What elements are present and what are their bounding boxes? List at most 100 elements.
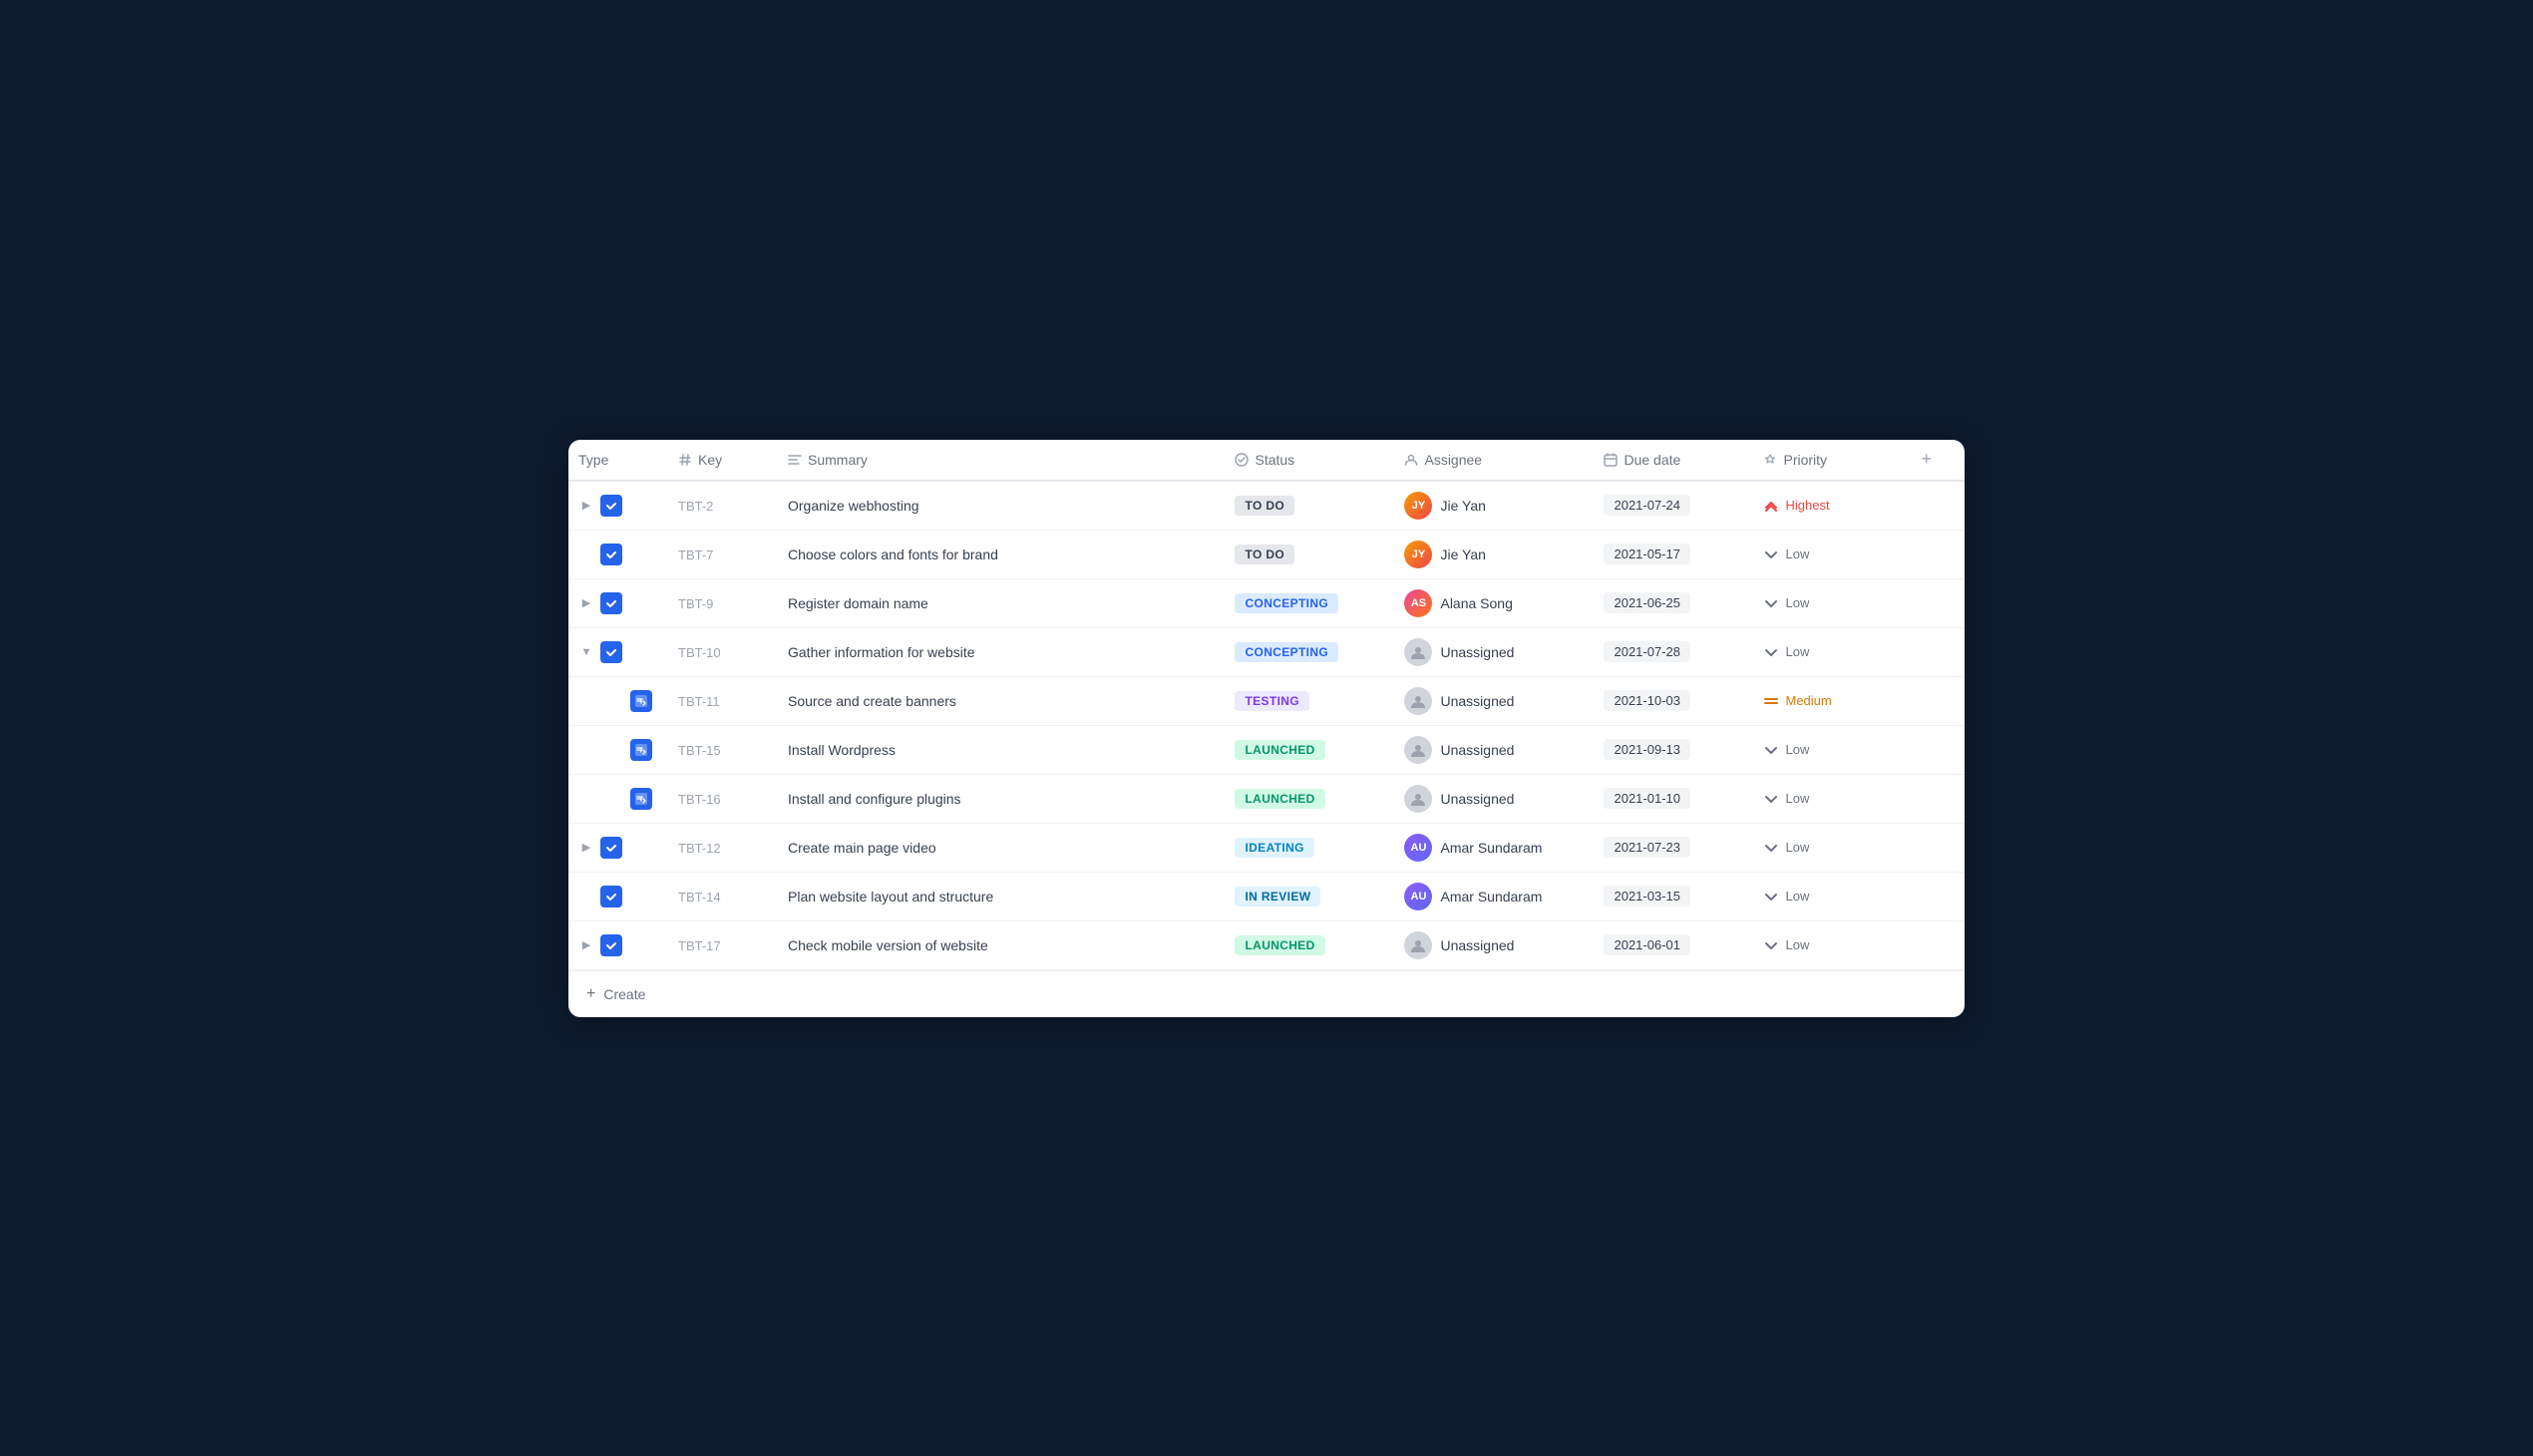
status-cell[interactable]: IN REVIEW [1225,872,1394,920]
priority-cell-td[interactable]: Low [1753,823,1913,872]
assignee-cell[interactable]: Unassigned [1394,676,1594,725]
priority-cell-td[interactable]: Low [1753,627,1913,676]
priority-cell-td[interactable]: Low [1753,530,1913,578]
status-badge: LAUNCHED [1235,740,1324,760]
key-value: TBT-17 [678,938,721,953]
status-cell[interactable]: LAUNCHED [1225,920,1394,969]
summary-cell[interactable]: Install and configure plugins [778,774,1225,823]
key-cell[interactable]: TBT-2 [668,481,778,531]
col-header-assignee[interactable]: Assignee [1394,440,1594,481]
status-cell[interactable]: TESTING [1225,676,1394,725]
col-header-priority[interactable]: Priority [1753,440,1913,481]
table-row: TBT-14 Plan website layout and structure… [568,872,1965,920]
priority-cell-td[interactable]: Low [1753,872,1913,920]
duedate-cell[interactable]: 2021-06-01 [1594,920,1753,969]
assignee-cell[interactable]: AS Alana Song [1394,578,1594,627]
summary-cell[interactable]: Create main page video [778,823,1225,872]
status-cell[interactable]: TO DO [1225,530,1394,578]
key-value: TBT-12 [678,841,721,856]
summary-cell[interactable]: Source and create banners [778,676,1225,725]
duedate-cell[interactable]: 2021-06-25 [1594,578,1753,627]
key-cell[interactable]: TBT-17 [668,920,778,969]
key-cell[interactable]: TBT-9 [668,578,778,627]
expand-arrow[interactable]: ▶ [578,498,594,514]
key-cell[interactable]: TBT-16 [668,774,778,823]
assignee-name: Unassigned [1440,644,1514,660]
assignee-cell[interactable]: Unassigned [1394,920,1594,969]
due-date-value: 2021-07-28 [1604,641,1690,662]
col-header-key[interactable]: Key [668,440,778,481]
duedate-cell[interactable]: 2021-09-13 [1594,725,1753,774]
priority-cell-td[interactable]: Low [1753,725,1913,774]
key-cell[interactable]: TBT-12 [668,823,778,872]
summary-cell[interactable]: Choose colors and fonts for brand [778,530,1225,578]
task-icon [600,641,622,663]
calendar-icon [1604,453,1618,467]
avatar: JY [1404,492,1432,520]
status-cell[interactable]: CONCEPTING [1225,578,1394,627]
task-icon [600,495,622,517]
summary-cell[interactable]: Register domain name [778,578,1225,627]
col-header-summary[interactable]: Summary [778,440,1225,481]
status-cell[interactable]: TO DO [1225,481,1394,531]
duedate-cell[interactable]: 2021-07-23 [1594,823,1753,872]
col-header-duedate[interactable]: Due date [1594,440,1753,481]
priority-label: Low [1785,840,1809,855]
create-row[interactable]: + Create [568,970,1965,1017]
status-cell[interactable]: LAUNCHED [1225,774,1394,823]
type-cell [568,530,668,578]
expand-arrow[interactable]: ▼ [578,644,594,660]
status-cell[interactable]: CONCEPTING [1225,627,1394,676]
status-cell[interactable]: LAUNCHED [1225,725,1394,774]
key-cell[interactable]: TBT-7 [668,530,778,578]
duedate-cell[interactable]: 2021-07-28 [1594,627,1753,676]
summary-cell[interactable]: Organize webhosting [778,481,1225,531]
duedate-cell[interactable]: 2021-05-17 [1594,530,1753,578]
due-date-value: 2021-07-23 [1604,837,1690,858]
priority-cell-td[interactable]: Low [1753,774,1913,823]
priority-cell-td[interactable]: Low [1753,920,1913,969]
assignee-cell[interactable]: AU Amar Sundaram [1394,872,1594,920]
assignee-name: Jie Yan [1440,546,1485,562]
priority-label: Highest [1785,498,1829,513]
duedate-cell[interactable]: 2021-10-03 [1594,676,1753,725]
assignee-cell[interactable]: AU Amar Sundaram [1394,823,1594,872]
type-cell: ▶ [568,920,668,969]
expand-arrow[interactable]: ▶ [578,840,594,856]
priority-cell: Low [1763,937,1903,953]
expand-arrow[interactable]: ▶ [578,937,594,953]
subtask-icon [630,788,652,810]
duedate-cell[interactable]: 2021-01-10 [1594,774,1753,823]
priority-cell-td[interactable]: Low [1753,578,1913,627]
assignee-name: Unassigned [1440,791,1514,807]
summary-cell[interactable]: Plan website layout and structure [778,872,1225,920]
col-header-status[interactable]: Status [1225,440,1394,481]
summary-cell[interactable]: Install Wordpress [778,725,1225,774]
key-cell[interactable]: TBT-14 [668,872,778,920]
priority-low-icon [1763,742,1779,758]
status-cell[interactable]: IDEATING [1225,823,1394,872]
assignee-cell[interactable]: JY Jie Yan [1394,481,1594,531]
priority-cell-td[interactable]: Medium [1753,676,1913,725]
expand-arrow[interactable]: ▶ [578,595,594,611]
duedate-cell[interactable]: 2021-03-15 [1594,872,1753,920]
assignee-cell[interactable]: JY Jie Yan [1394,530,1594,578]
priority-cell: Medium [1763,693,1903,709]
summary-value: Install Wordpress [788,742,896,758]
add-column-button[interactable]: + [1913,440,1965,481]
summary-cell[interactable]: Gather information for website [778,627,1225,676]
table-row: ▶ TBT-9 Register domain name CONCEPTING … [568,578,1965,627]
priority-cell: Low [1763,644,1903,660]
key-cell[interactable]: TBT-10 [668,627,778,676]
assignee-cell[interactable]: Unassigned [1394,627,1594,676]
summary-header-label: Summary [808,452,868,468]
assignee-cell[interactable]: Unassigned [1394,774,1594,823]
summary-cell[interactable]: Check mobile version of website [778,920,1225,969]
key-value: TBT-10 [678,645,721,660]
key-cell[interactable]: TBT-15 [668,725,778,774]
key-cell[interactable]: TBT-11 [668,676,778,725]
status-badge: TESTING [1235,691,1309,711]
priority-cell-td[interactable]: Highest [1753,481,1913,531]
duedate-cell[interactable]: 2021-07-24 [1594,481,1753,531]
assignee-cell[interactable]: Unassigned [1394,725,1594,774]
